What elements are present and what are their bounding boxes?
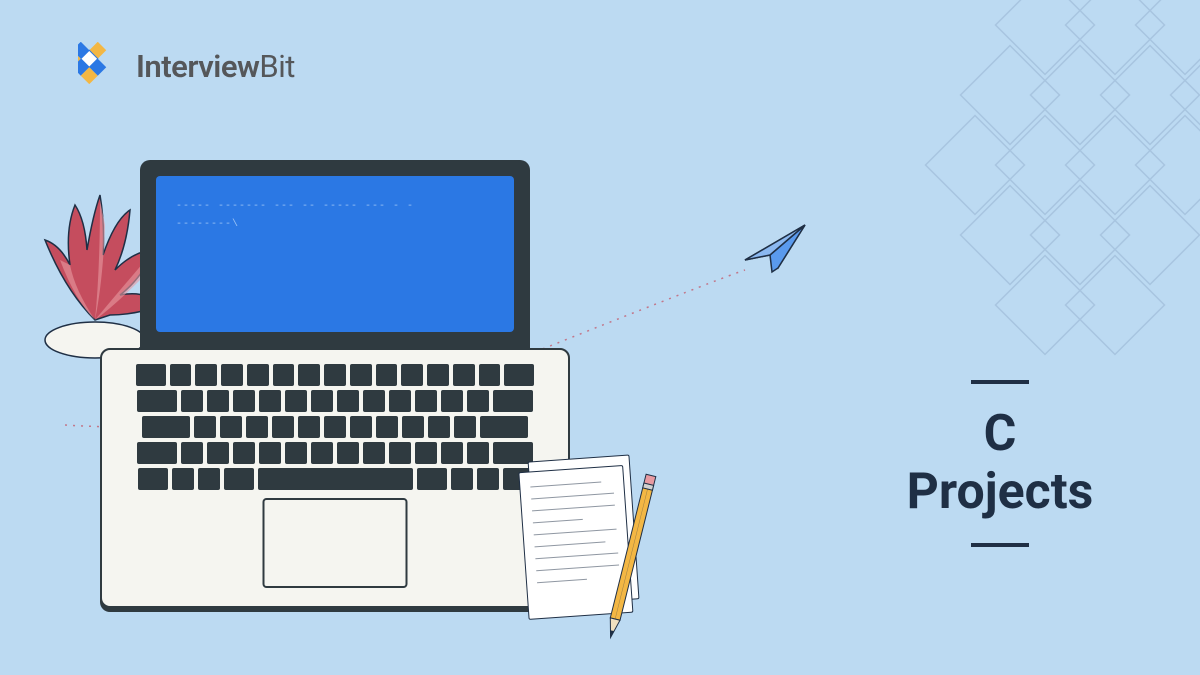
logo-text-part1: Interview	[136, 48, 259, 85]
laptop-base	[100, 348, 570, 608]
title-bar-top	[971, 380, 1029, 384]
logo-text: InterviewBit	[136, 48, 295, 85]
logo-icon	[78, 42, 126, 90]
title-line-1: C	[880, 406, 1120, 464]
trackpad	[263, 498, 408, 588]
laptop-screen-frame: ----- ------- --- -- ----- --- - - -----…	[140, 160, 530, 348]
title-block: C Projects	[880, 380, 1120, 547]
code-line-2: --------\	[176, 216, 494, 234]
diamond-grid-decoration	[840, 0, 1200, 360]
code-line-1: ----- ------- --- -- ----- --- - -	[176, 198, 494, 216]
brand-logo: InterviewBit	[78, 42, 295, 90]
logo-text-part2: Bit	[259, 48, 295, 85]
laptop-illustration: ----- ------- --- -- ----- --- - - -----…	[100, 160, 570, 610]
laptop-display: ----- ------- --- -- ----- --- - - -----…	[156, 176, 514, 332]
keyboard	[136, 364, 534, 490]
paper-plane-icon	[740, 220, 810, 275]
page-title: C Projects	[880, 406, 1120, 521]
title-bar-bottom	[971, 543, 1029, 547]
title-line-2: Projects	[880, 464, 1120, 522]
